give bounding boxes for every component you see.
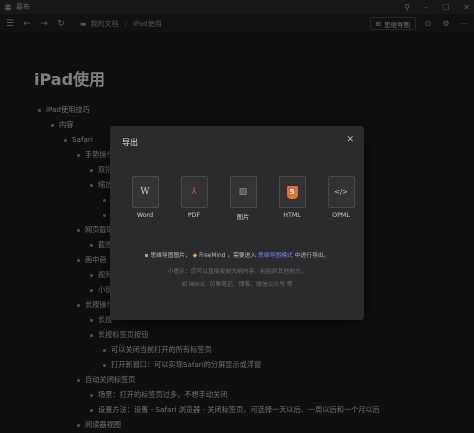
mindmap-export-hint: ▪ 思维导图图片， ◆ FreeMind ，需要进入 思维导图模式 中进行导出。 [110, 250, 364, 259]
freemind-icon: ◆ [192, 253, 198, 259]
export-dialog: 导出 ✕ W Word ⅄ PDF ▨ 图片 5 HTML </> OPML ▪… [110, 126, 364, 320]
export-opml-option[interactable]: </> OPML [326, 176, 356, 221]
export-image-option[interactable]: ▨ 图片 [228, 176, 258, 221]
pdf-file-icon: ⅄ [180, 176, 208, 208]
close-icon[interactable]: ✕ [346, 135, 354, 145]
export-html-option[interactable]: 5 HTML [277, 176, 307, 221]
export-format-list: W Word ⅄ PDF ▨ 图片 5 HTML </> OPML [130, 176, 356, 221]
export-pdf-label: PDF [187, 212, 201, 219]
html5-file-icon: 5 [278, 176, 306, 208]
hint-suffix: 中进行导出。 [294, 253, 330, 259]
copy-tip-line1: 小提示：您可以直接复制大纲内容，粘贴到其他地方。 [167, 269, 307, 275]
image-file-icon: ▨ [229, 176, 257, 208]
html5-badge: 5 [286, 185, 298, 199]
export-opml-label: OPML [332, 212, 350, 219]
export-dialog-title: 导出 [122, 138, 138, 147]
hint-middle: ，需要进入 [227, 253, 257, 259]
export-pdf-option[interactable]: ⅄ PDF [179, 176, 209, 221]
export-word-option[interactable]: W Word [130, 176, 160, 221]
word-file-icon: W [131, 176, 159, 208]
code-file-icon: </> [327, 176, 355, 208]
copy-tip-line2: 如 Word、印象笔记、博客、微信公众号 等 [181, 282, 293, 288]
mindmap-mode-link[interactable]: 思维导图模式 [258, 253, 293, 259]
hint-prefix: 思维导图图片， [150, 253, 191, 259]
mindmap-small-icon: ▪ [144, 253, 149, 259]
hint-freemind: FreeMind [199, 253, 226, 259]
export-word-label: Word [136, 212, 154, 219]
export-html-label: HTML [283, 212, 301, 219]
export-image-label: 图片 [236, 214, 250, 221]
